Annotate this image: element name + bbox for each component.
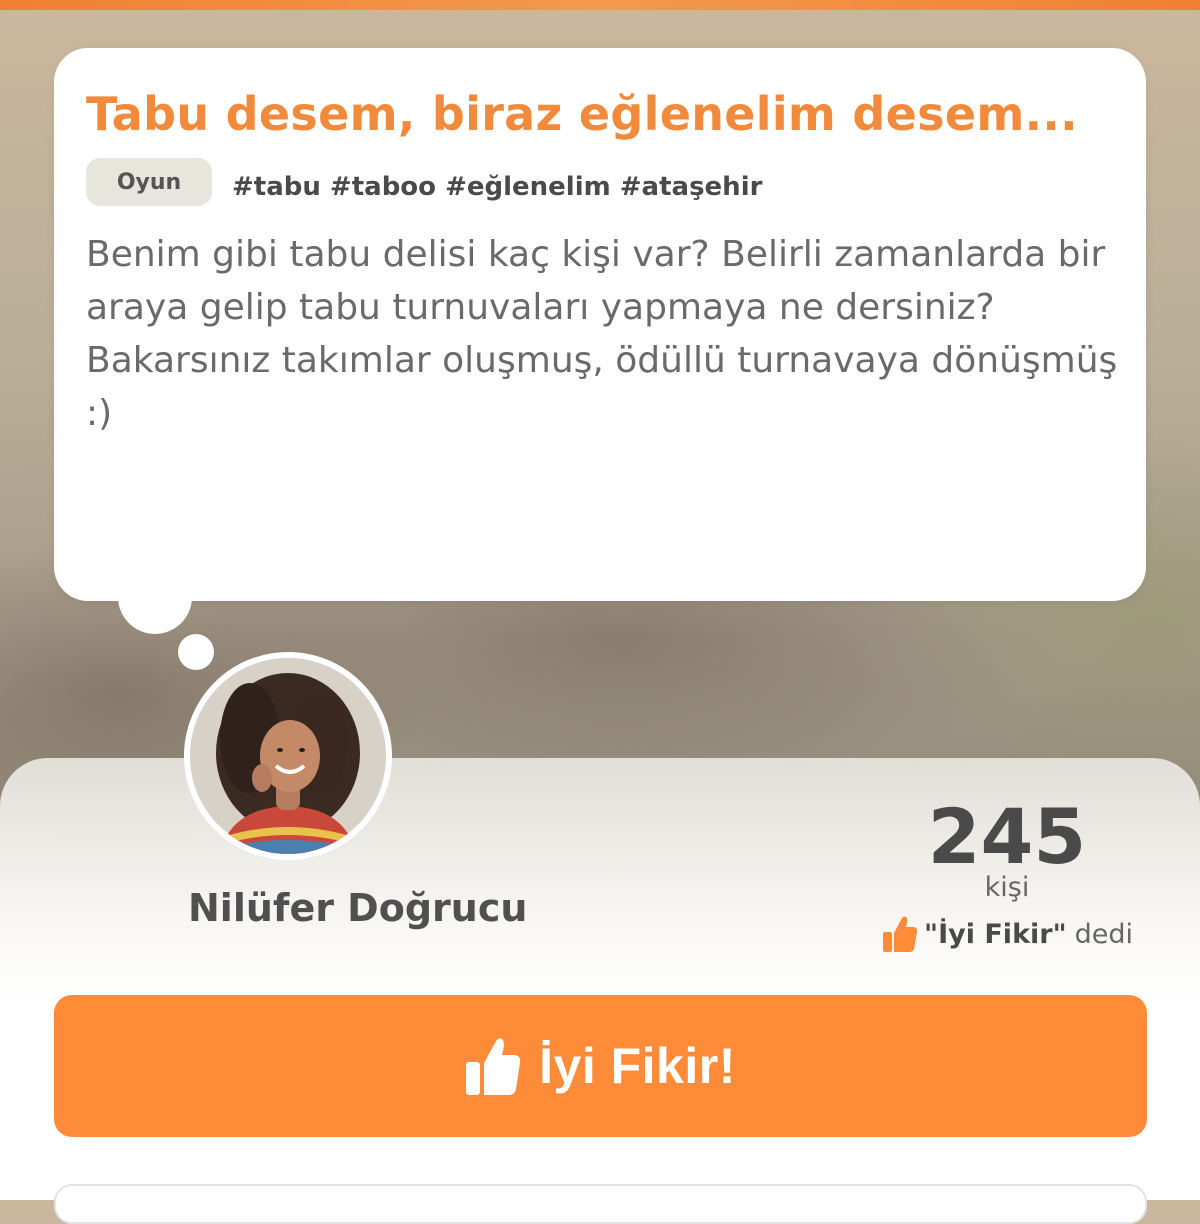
category-chip[interactable]: Oyun: [86, 158, 212, 206]
idea-description: Benim gibi tabu delisi kaç kişi var? Bel…: [86, 234, 1118, 434]
hashtags: #tabu #taboo #eğlenelim #ataşehir: [232, 172, 763, 202]
thought-bubble-dot-small: [178, 634, 214, 670]
avatar-illustration: [190, 658, 386, 854]
likes-said: dedi: [1074, 918, 1134, 950]
author-name[interactable]: Nilüfer Doğrucu: [188, 886, 527, 930]
thumbs-up-icon: [466, 1038, 521, 1095]
likes-quote: "İyi Fikir": [924, 918, 1067, 950]
avatar[interactable]: [184, 652, 392, 860]
top-accent-bar: [0, 0, 1200, 10]
thought-bubble-dot-large: [118, 560, 192, 634]
thumbs-up-icon: [883, 916, 918, 952]
good-idea-button[interactable]: İyi Fikir!: [54, 995, 1147, 1137]
likes-unit: kişi: [984, 872, 1030, 903]
tag-row: Oyun #tabu #taboo #eğlenelim #ataşehir: [86, 158, 1114, 206]
good-idea-button-label: İyi Fikir!: [539, 1038, 736, 1094]
comment-box[interactable]: [54, 1184, 1147, 1224]
likes-count: 245: [927, 792, 1087, 881]
likes-said-line: "İyi Fikir" dedi: [882, 912, 1133, 956]
idea-card: Tabu desem, biraz eğlenelim desem... Oyu…: [54, 48, 1146, 601]
idea-title: Tabu desem, biraz eğlenelim desem...: [86, 87, 1078, 141]
